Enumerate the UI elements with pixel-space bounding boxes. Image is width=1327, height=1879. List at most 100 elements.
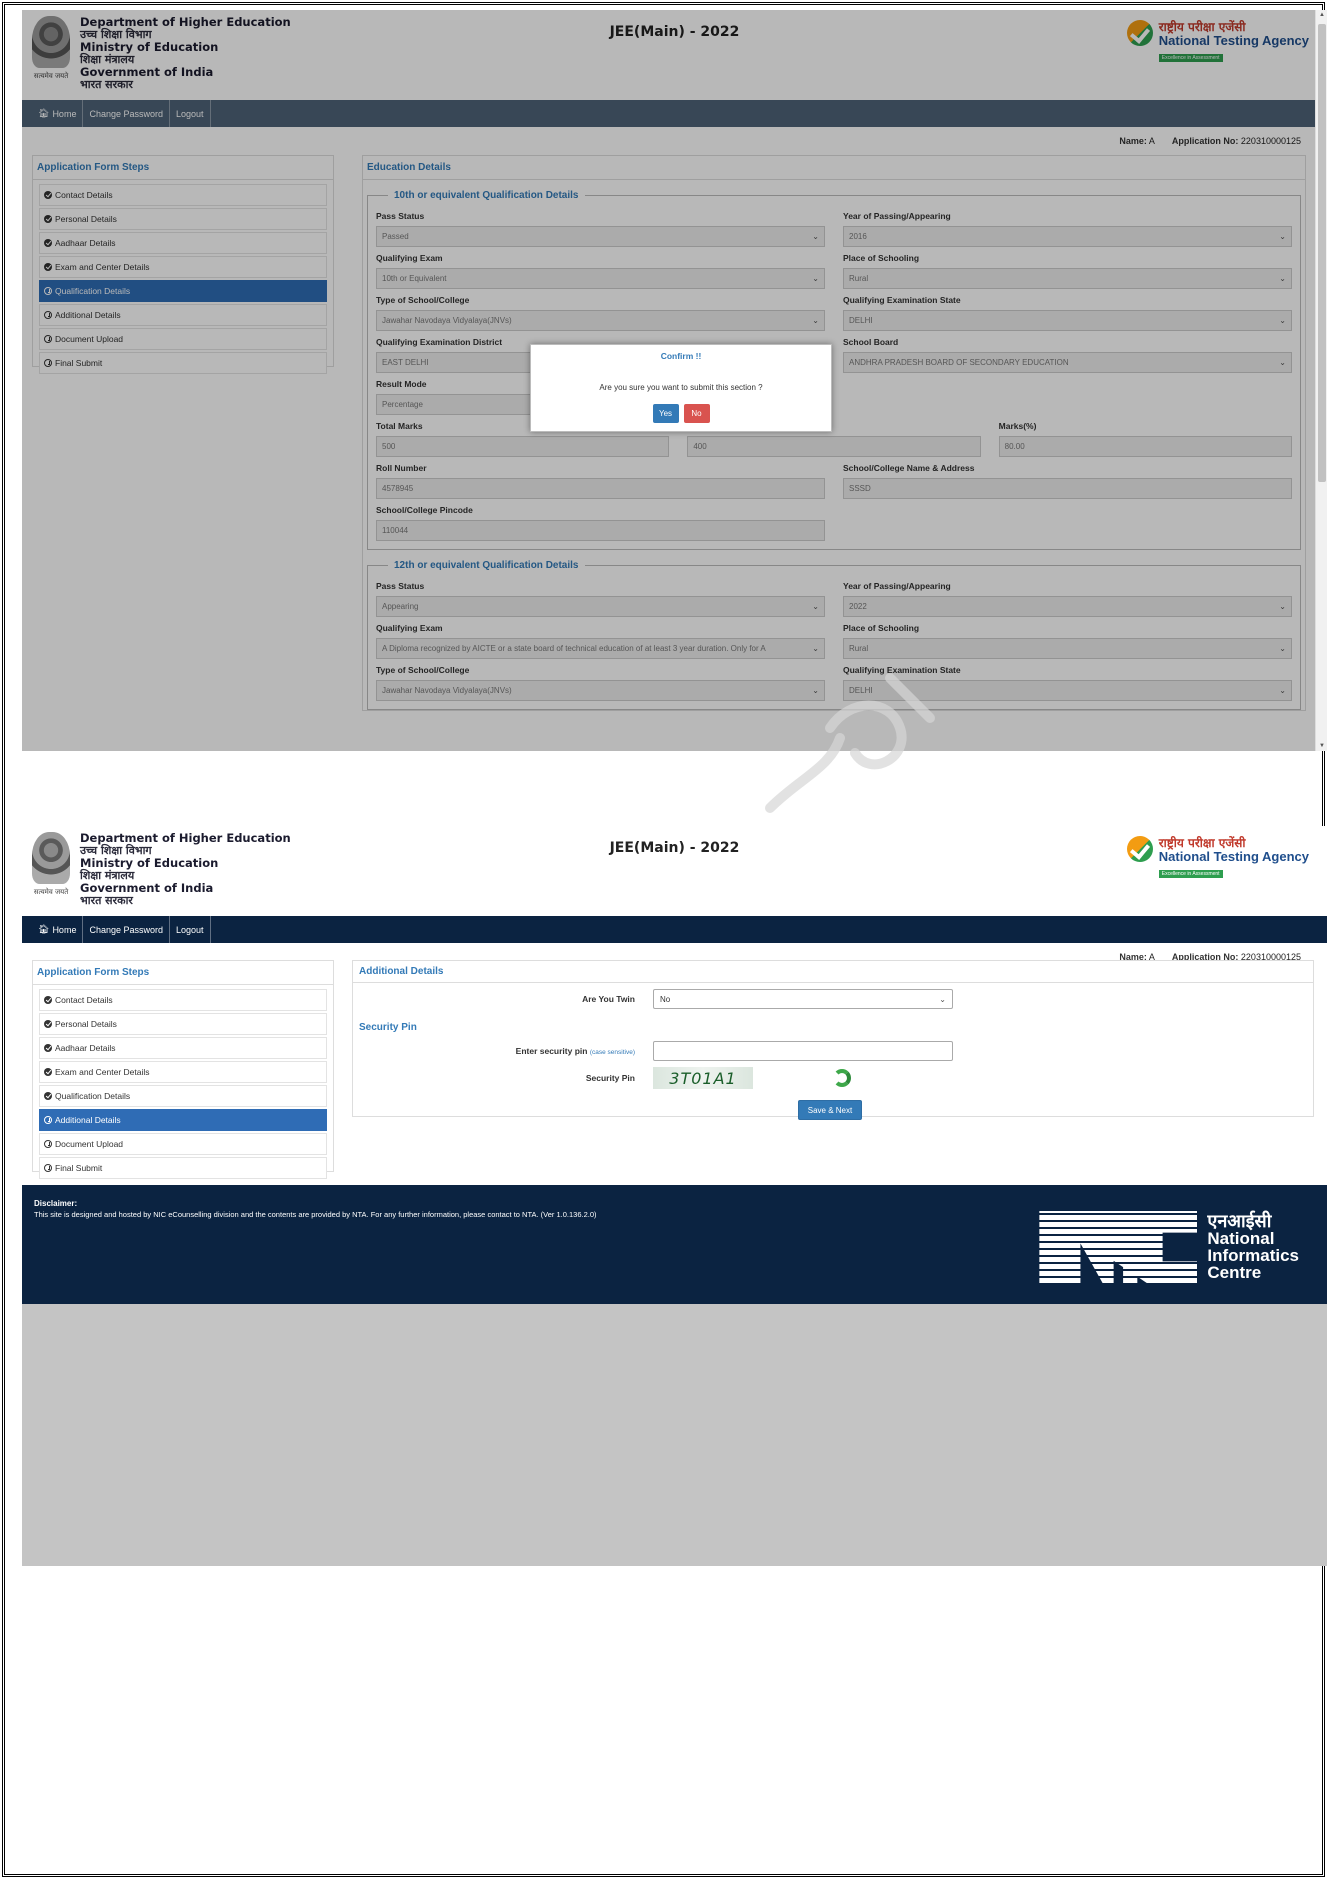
clock-icon [44, 1116, 52, 1124]
chevron-down-icon: ⌄ [812, 232, 819, 241]
step-exam-center-details[interactable]: Exam and Center Details [39, 256, 327, 278]
chevron-down-icon: ⌄ [1279, 686, 1286, 695]
confirm-yes-button[interactable]: Yes [652, 404, 679, 423]
tenth-percent-input[interactable]: 80.00 [998, 436, 1292, 457]
chevron-down-icon: ⌄ [1279, 316, 1286, 325]
nta-logo: राष्ट्रीय परीक्षा एजेंसी National Testing… [1126, 836, 1309, 878]
tenth-pass-status-select[interactable]: Passed ⌄ [376, 226, 825, 247]
site-footer: Disclaimer: This site is designed and ho… [22, 1185, 1327, 1304]
tenth-school-type-select[interactable]: Jawahar Navodaya Vidyalaya(JNVs) ⌄ [376, 310, 825, 331]
step-personal-details[interactable]: Personal Details [39, 208, 327, 230]
twelfth-qualifying-exam-select[interactable]: A Diploma recognized by AICTE or a state… [376, 638, 825, 659]
steps-panel: Application Form Steps Contact Details P… [32, 155, 334, 374]
chevron-down-icon: ⌄ [939, 994, 946, 1004]
clock-icon [44, 311, 52, 319]
nic-logo: एनआईसी National Informatics Centre [1039, 1211, 1299, 1283]
security-pin-label: Enter security pin (case sensitive) [515, 1046, 635, 1056]
nav-home[interactable]: 🏠︎ Home [32, 100, 84, 127]
check-circle-icon [44, 996, 52, 1004]
qualification-screenshot: सत्यमेव जयते Department of Higher Educat… [22, 10, 1327, 751]
check-circle-icon [44, 215, 52, 223]
twelfth-pass-status-select[interactable]: Appearing ⌄ [376, 596, 825, 617]
check-circle-icon [44, 239, 52, 247]
check-circle-icon [44, 1068, 52, 1076]
twin-label: Are You Twin [582, 994, 635, 1004]
tenth-pincode-input[interactable]: 110044 [376, 520, 825, 541]
check-circle-icon [44, 1044, 52, 1052]
watermark-shape [765, 673, 935, 813]
step-personal-details[interactable]: Personal Details [39, 1013, 327, 1035]
step-qualification-details[interactable]: Qualification Details [39, 1085, 327, 1107]
twelfth-school-type-select[interactable]: Jawahar Navodaya Vidyalaya(JNVs) ⌄ [376, 680, 825, 701]
step-additional-details[interactable]: Additional Details [39, 1109, 327, 1131]
nav-home[interactable]: 🏠︎ Home [32, 916, 84, 943]
confirm-dialog: Confirm !! Are you sure you want to subm… [530, 344, 832, 432]
tenth-school-name-input[interactable]: SSSD [843, 478, 1292, 499]
step-aadhaar-details[interactable]: Aadhaar Details [39, 1037, 327, 1059]
tenth-qualifying-exam-select[interactable]: 10th or Equivalent ⌄ [376, 268, 825, 289]
clock-icon [44, 359, 52, 367]
tenth-state-select[interactable]: DELHI ⌄ [843, 310, 1292, 331]
navbar: 🏠︎ Home Change Password Logout [22, 100, 1327, 127]
confirm-no-button[interactable]: No [683, 404, 710, 423]
clock-icon [44, 1164, 52, 1172]
security-pin-input[interactable] [653, 1041, 953, 1061]
steps-panel: Application Form Steps Contact Details P… [32, 960, 334, 1179]
additional-details-panel: Additional Details Are You Twin No ⌄ Secu… [352, 960, 1314, 1117]
captcha-label: Security Pin [585, 1073, 635, 1083]
nic-mark-icon [1039, 1211, 1198, 1283]
tenth-year-select[interactable]: 2016 ⌄ [843, 226, 1292, 247]
chevron-down-icon: ⌄ [1279, 644, 1286, 653]
step-contact-details[interactable]: Contact Details [39, 989, 327, 1011]
step-additional-details[interactable]: Additional Details [39, 304, 327, 326]
chevron-down-icon: ⌄ [812, 644, 819, 653]
clock-icon [44, 335, 52, 343]
tenth-roll-number-input[interactable]: 4578945 [376, 478, 825, 499]
step-final-submit[interactable]: Final Submit [39, 352, 327, 374]
nav-change-password[interactable]: Change Password [83, 100, 170, 127]
step-exam-center-details[interactable]: Exam and Center Details [39, 1061, 327, 1083]
save-next-button[interactable]: Save & Next [798, 1100, 862, 1120]
check-circle-icon [44, 263, 52, 271]
chevron-down-icon: ⌄ [1279, 274, 1286, 283]
twelfth-place-select[interactable]: Rural ⌄ [843, 638, 1292, 659]
nta-check-icon [1126, 20, 1153, 46]
check-circle-icon [44, 191, 52, 199]
refresh-icon[interactable] [833, 1069, 851, 1087]
chevron-down-icon: ⌄ [1279, 358, 1286, 367]
user-info: Name: A Application No: 220310000125 [1119, 136, 1301, 146]
tenth-place-select[interactable]: Rural ⌄ [843, 268, 1292, 289]
nta-check-icon [1126, 836, 1153, 862]
twelfth-year-select[interactable]: 2022 ⌄ [843, 596, 1292, 617]
chevron-down-icon: ⌄ [1279, 602, 1286, 611]
tenth-board-select[interactable]: ANDHRA PRADESH BOARD OF SECONDARY EDUCAT… [843, 352, 1292, 373]
nta-logo: राष्ट्रीय परीक्षा एजेंसी National Testing… [1126, 20, 1309, 62]
check-circle-icon [44, 1092, 52, 1100]
nav-logout[interactable]: Logout [170, 100, 211, 127]
nav-change-password[interactable]: Change Password [83, 916, 170, 943]
step-qualification-details[interactable]: Qualification Details [39, 280, 327, 302]
home-icon: 🏠︎ [38, 924, 50, 934]
step-final-submit[interactable]: Final Submit [39, 1157, 327, 1179]
chevron-down-icon: ⌄ [812, 602, 819, 611]
chevron-down-icon: ⌄ [812, 316, 819, 325]
step-document-upload[interactable]: Document Upload [39, 328, 327, 350]
home-icon: 🏠︎ [38, 108, 50, 118]
step-contact-details[interactable]: Contact Details [39, 184, 327, 206]
step-aadhaar-details[interactable]: Aadhaar Details [39, 232, 327, 254]
chevron-down-icon: ⌄ [812, 274, 819, 283]
nav-logout[interactable]: Logout [170, 916, 211, 943]
page-scrollbar[interactable]: ▲ ▼ [1315, 10, 1327, 751]
empty-area [22, 1304, 1327, 1566]
step-document-upload[interactable]: Document Upload [39, 1133, 327, 1155]
navbar: 🏠︎ Home Change Password Logout [22, 916, 1327, 943]
captcha-image: 3T01A1 [653, 1067, 753, 1089]
twin-select[interactable]: No ⌄ [653, 989, 953, 1009]
site-header: सत्यमेव जयते Department of Higher Educat… [22, 10, 1327, 100]
tenth-obtained-marks-input[interactable]: 400 [687, 436, 981, 457]
clock-icon [44, 1140, 52, 1148]
tenth-total-marks-input[interactable]: 500 [376, 436, 670, 457]
chevron-down-icon: ⌄ [1279, 232, 1286, 241]
clock-icon [44, 287, 52, 295]
tenth-details: 10th or equivalent Qualification Details… [367, 190, 1301, 550]
